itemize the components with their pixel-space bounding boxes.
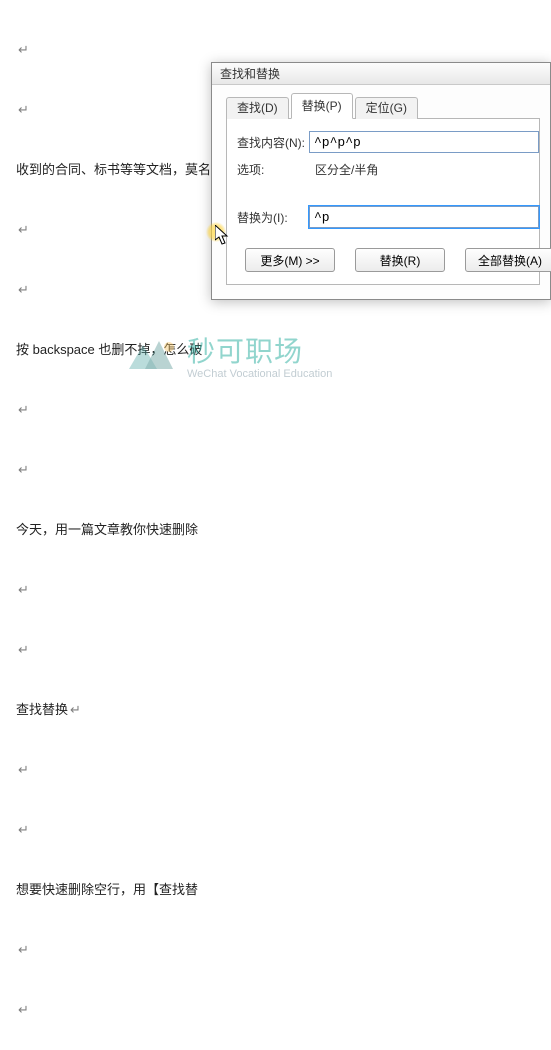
more-button[interactable]: 更多(M) >>	[245, 248, 335, 272]
doc-line: 按 backspace 也删不掉，怎么破	[16, 342, 202, 357]
options-value: 区分全/半角	[315, 161, 539, 178]
label-replace-with: 替换为(I):	[237, 209, 309, 226]
replace-all-button[interactable]: 全部替换(A)	[465, 248, 551, 272]
doc-line: 查找替换	[16, 702, 68, 717]
tab-find[interactable]: 查找(D)	[226, 97, 289, 119]
label-options: 选项:	[237, 161, 315, 178]
tab-replace[interactable]: 替换(P)	[291, 93, 353, 119]
label-find-what: 查找内容(N):	[237, 134, 309, 151]
tab-goto[interactable]: 定位(G)	[355, 97, 418, 119]
doc-line: 想要快速删除空行，用【查找替	[16, 882, 198, 897]
find-what-input[interactable]	[309, 131, 539, 153]
find-replace-dialog: 查找和替换 查找(D) 替换(P) 定位(G) 查找内容(N): 选项: 区分全…	[211, 62, 551, 300]
dialog-tabs: 查找(D) 替换(P) 定位(G)	[226, 93, 540, 119]
replace-with-input[interactable]	[309, 206, 539, 228]
replace-button[interactable]: 替换(R)	[355, 248, 445, 272]
dialog-title[interactable]: 查找和替换	[212, 63, 550, 85]
doc-line: 今天，用一篇文章教你快速删除	[16, 522, 198, 537]
